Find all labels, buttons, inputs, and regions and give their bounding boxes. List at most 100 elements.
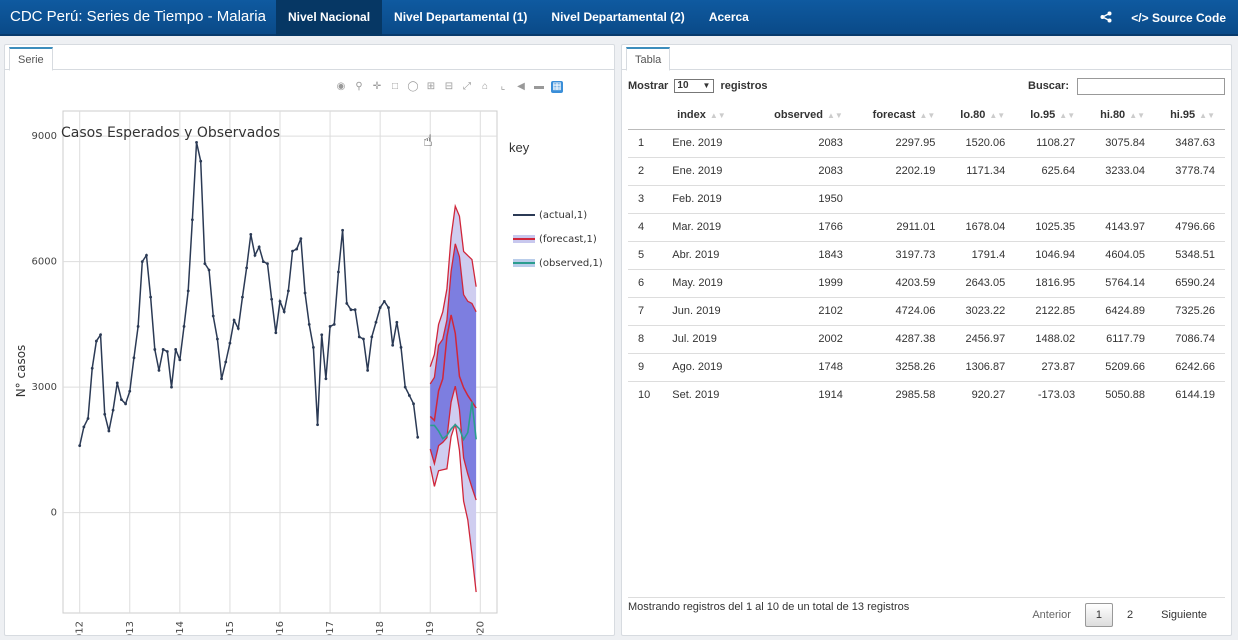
table-row[interactable]: 6 May. 2019 1999 4203.59 2643.05 1816.95 5764.… [628,268,1225,297]
nav-acerca[interactable]: Acerca [697,0,761,36]
col-header-forecast[interactable]: forecast ▲▼ [852,101,946,130]
hover-compare-icon[interactable]: ▬ [533,81,545,93]
spike-icon[interactable]: ⌞ [497,81,509,93]
show-label-pre: Mostrar [628,80,669,92]
point-actual [311,345,315,349]
point-actual [303,291,307,295]
autoscale-icon[interactable]: ⤢ [461,81,473,93]
table-row[interactable]: 9 Ago. 2019 1748 3258.26 1306.87 273.87 5209.6… [628,352,1225,381]
point-actual [245,266,249,270]
col-header-lo80[interactable]: lo.80 ▲▼ [945,101,1016,130]
point-actual [387,306,390,310]
zoom-icon[interactable]: ⚲ [353,81,365,93]
nav-right: </> Source Code [1095,0,1226,36]
table-cell: 1488.02 [1015,324,1086,353]
hover-closest-icon[interactable]: ◀ [515,81,527,93]
nav-nivel-nacional[interactable]: Nivel Nacional [276,0,383,36]
point-actual [370,335,374,339]
point-actual [282,310,286,314]
x-tick-label: Ene.2017 [325,621,336,635]
pan-icon[interactable]: ✛ [371,81,383,93]
table-cell: 7325.26 [1155,296,1225,325]
x-tick-label: Ene.2015 [225,621,236,635]
point-actual [399,345,403,349]
table-row[interactable]: 10 Set. 2019 1914 2985.58 920.27 -173.03 5050.… [628,380,1225,409]
table-cell: 5 [628,240,661,269]
table-cell: 5348.51 [1155,240,1225,269]
data-table: index ▲▼ observed ▲▼ forecast ▲▼ lo.80 ▲▼ lo… [628,101,1225,409]
table-cell: 1748 [752,352,853,381]
table-cell: Mar. 2019 [660,212,753,241]
nav-nivel-departamental-2[interactable]: Nivel Departamental (2) [539,0,696,36]
reset-icon[interactable]: ⌂ [479,81,491,93]
table-cell: 1171.34 [945,156,1016,185]
col-header-hi80[interactable]: hi.80 ▲▼ [1085,101,1156,130]
legend-swatch-forecast [513,235,535,243]
nav-nivel-departamental-1[interactable]: Nivel Departamental (1) [382,0,539,36]
table-row[interactable]: 5 Abr. 2019 1843 3197.73 1791.4 1046.94 4604.0… [628,240,1225,269]
col-header-observed[interactable]: observed ▲▼ [752,101,853,130]
tab-serie[interactable]: Serie [9,47,53,71]
plotly-logo-icon[interactable]: ▦ [551,81,563,93]
pager-page-2[interactable]: 2 [1113,604,1147,626]
table-row[interactable]: 3 Feb. 2019 1950 [628,184,1225,213]
legend-item-forecast[interactable]: (forecast,1) [513,227,603,251]
tab-tabla[interactable]: Tabla [626,47,671,71]
point-actual [295,247,299,251]
pager-next[interactable]: Siguiente [1147,604,1221,626]
table-cell: 6590.24 [1155,268,1225,297]
point-actual [278,299,282,303]
table-row[interactable]: 8 Jul. 2019 2002 4287.38 2456.97 1488.02 6117.… [628,324,1225,353]
table-cell: Ene. 2019 [660,128,753,157]
legend-item-actual[interactable]: (actual,1) [513,203,603,227]
source-code-link[interactable]: </> Source Code [1131,11,1226,25]
legend-item-observed[interactable]: (observed,1) [513,251,603,275]
table-row[interactable]: 1 Ene. 2019 2083 2297.95 1520.06 1108.27 3075.… [628,128,1225,157]
chart-legend: (actual,1) (forecast,1) (observed,1) [513,203,603,275]
search-input[interactable] [1077,78,1225,95]
pager-prev[interactable]: Anterior [1018,604,1085,626]
point-actual [353,308,357,312]
point-actual [157,368,161,372]
table-cell: 4724.06 [852,296,946,325]
table-row[interactable]: 7 Jun. 2019 2102 4724.06 3023.22 2122.85 6424.… [628,296,1225,325]
search-label: Buscar: [1028,80,1069,92]
entries-select-value: 10 [677,80,689,92]
y-tick-label: 0 [51,508,57,519]
table-cell: 5209.66 [1085,352,1156,381]
table-cell: 4287.38 [852,324,946,353]
entries-select[interactable]: 10 ▼ [674,79,715,94]
col-header-lo95[interactable]: lo.95 ▲▼ [1015,101,1086,130]
point-actual [111,408,115,412]
col-header-hi95[interactable]: hi.95 ▲▼ [1155,101,1225,130]
lasso-icon[interactable]: ◯ [407,81,419,93]
point-actual [416,435,420,439]
time-series-chart[interactable]: 0 3000 6000 9000 Ene.2012 Ene.2013 Ene.2014 Ene… [5,71,614,635]
table-row[interactable]: 4 Mar. 2019 1766 2911.01 1678.04 1025.35 4143.… [628,212,1225,241]
x-tick-label: Ene.2014 [175,621,186,635]
point-actual [332,322,336,326]
y-axis-label: N° casos [14,345,28,398]
pager-page-1[interactable]: 1 [1084,603,1113,627]
navbar: CDC Perú: Series de Tiempo - Malaria Niv… [0,0,1238,36]
camera-icon[interactable]: ◉ [335,81,347,93]
table-row[interactable]: 2 Ene. 2019 2083 2202.19 1171.34 625.64 3233.0… [628,156,1225,185]
zoom-out-icon[interactable]: ⊟ [443,81,455,93]
share-icon[interactable] [1095,11,1117,26]
table-cell: 3778.74 [1155,156,1225,185]
table-cell: 1999 [752,268,853,297]
point-actual [149,295,153,299]
col-header-index[interactable]: index ▲▼ [660,101,753,130]
box-select-icon[interactable]: □ [389,81,401,93]
table-cell: 6144.19 [1155,380,1225,409]
point-actual [178,358,182,362]
zoom-in-icon[interactable]: ⊞ [425,81,437,93]
point-actual [207,268,211,272]
table-cell: 6117.79 [1085,324,1156,353]
table-cell: 2083 [752,156,853,185]
x-tick-label: Ene.2012 [75,621,86,635]
table-cell: 1791.4 [945,240,1016,269]
point-actual [395,320,399,324]
table-cell: 2643.05 [945,268,1016,297]
point-actual [115,381,119,385]
